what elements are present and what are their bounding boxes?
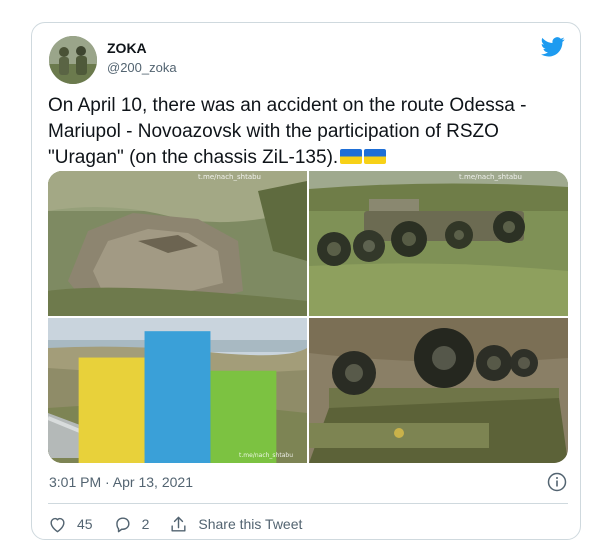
media-photo[interactable] (309, 318, 568, 463)
media-photo[interactable]: t.me/nach_shtabu (309, 171, 568, 316)
tweet-text-body: On April 10, there was an accident on th… (48, 95, 527, 168)
avatar[interactable] (49, 36, 97, 84)
media-grid: t.me/nach_shtabu t.me/nach_shtabu t.me/n… (48, 171, 568, 463)
share-icon (171, 516, 186, 532)
watermark-text: t.me/nach_shtabu (459, 173, 522, 181)
share-label: Share this Tweet (198, 516, 303, 532)
tweet-text: On April 10, there was an accident on th… (48, 93, 568, 171)
media-photo[interactable]: t.me/nach_shtabu (48, 318, 307, 463)
author-handle[interactable]: @200_zoka (107, 59, 177, 77)
watermark-text: t.me/nach_shtabu (239, 452, 293, 459)
reply-count: 2 (141, 516, 150, 532)
author-display-name[interactable]: ZOKA (107, 39, 177, 57)
tweet-actions: 45 2 Share this Tweet (48, 509, 322, 539)
ukraine-flag-emoji (340, 149, 363, 164)
divider (48, 503, 568, 504)
media-photo[interactable]: t.me/nach_shtabu (48, 171, 307, 316)
reply-bubble-icon (115, 516, 130, 532)
twitter-bird-icon[interactable] (541, 37, 565, 57)
reply-button[interactable]: 2 (113, 515, 150, 534)
like-count: 45 (77, 516, 93, 532)
heart-icon (50, 517, 65, 532)
watermark-logo-icon (78, 331, 277, 463)
ukraine-flag-emoji (364, 149, 387, 164)
watermark-text: t.me/nach_shtabu (198, 173, 261, 181)
like-button[interactable]: 45 (48, 515, 93, 534)
info-icon[interactable] (547, 472, 567, 492)
share-button[interactable]: Share this Tweet (169, 515, 302, 534)
tweet-timestamp[interactable]: 3:01 PM · Apr 13, 2021 (49, 474, 193, 490)
tweet-card[interactable]: ZOKA @200_zoka On April 10, there was an… (31, 22, 581, 540)
